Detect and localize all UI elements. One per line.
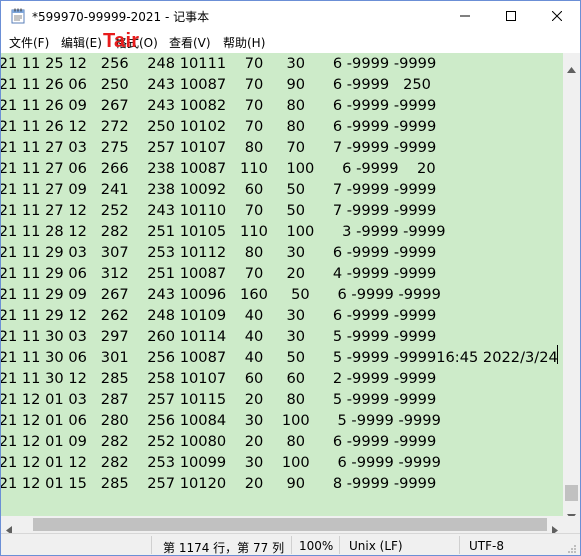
text-line: )21 11 29 09 267 243 10096 160 50 6 -999… (1, 286, 441, 303)
text-editor[interactable]: )21 11 25 12 256 248 10111 70 30 6 -9999… (1, 53, 563, 516)
text-line: )21 12 01 12 282 253 10099 30 100 6 -999… (1, 454, 441, 471)
maximize-icon (506, 11, 516, 21)
text-line: )21 11 29 06 312 251 10087 70 20 4 -9999… (1, 265, 437, 282)
status-divider (339, 536, 340, 554)
vertical-scroll-thumb[interactable] (565, 485, 578, 501)
scrollbar-corner (563, 516, 580, 533)
cursor-position: 第 1174 行，第 77 列 (163, 541, 285, 555)
text-caret (557, 345, 558, 364)
title-bar[interactable]: *599970-99999-2021 - 记事本 (1, 1, 580, 31)
minimize-button[interactable] (442, 1, 488, 31)
text-line: )21 11 30 12 285 258 10107 60 60 2 -9999… (1, 370, 437, 387)
text-line: )21 12 01 03 287 257 10115 20 80 5 -9999… (1, 391, 437, 408)
text-line: )21 11 27 12 252 243 10110 70 50 7 -9999… (1, 202, 437, 219)
line-ending: Unix (LF) (349, 539, 403, 553)
notepad-app-icon (11, 8, 25, 24)
menu-help[interactable]: 帮助(H) (223, 34, 265, 51)
menu-bar: 文件(F) 编辑(E) 格式(O) 查看(V) 帮助(H) (1, 31, 580, 53)
status-divider (459, 536, 460, 554)
minimize-icon (460, 15, 470, 17)
text-line: )21 11 27 09 241 238 10092 60 50 7 -9999… (1, 181, 437, 198)
horizontal-scroll-thumb[interactable] (33, 518, 547, 531)
window-title: *599970-99999-2021 - 记事本 (32, 10, 210, 24)
text-line: )21 11 27 06 266 238 10087 110 100 6 -99… (1, 160, 436, 177)
scroll-up-arrow-icon[interactable] (567, 58, 576, 77)
notepad-window: *599970-99999-2021 - 记事本 文件(F) 编辑(E) 格式(… (0, 0, 581, 556)
menu-file[interactable]: 文件(F) (9, 34, 49, 51)
menu-view[interactable]: 查看(V) (169, 34, 211, 51)
resize-grip-icon[interactable] (567, 543, 577, 555)
horizontal-scrollbar[interactable] (1, 516, 563, 535)
close-icon (552, 11, 562, 21)
text-line: )21 12 01 09 282 252 10080 20 80 6 -9999… (1, 433, 437, 450)
status-divider (291, 536, 292, 554)
text-line: )21 12 01 06 280 256 10084 30 100 5 -999… (1, 412, 441, 429)
text-line: )21 11 30 03 297 260 10114 40 30 5 -9999… (1, 328, 437, 345)
text-line: )21 11 25 12 256 248 10111 70 30 6 -9999… (1, 55, 437, 72)
text-line: )21 11 26 12 272 250 10102 70 80 6 -9999… (1, 118, 437, 135)
zoom-level: 100% (299, 539, 334, 553)
status-divider (151, 536, 152, 554)
text-line: )21 11 26 06 250 243 10087 70 90 6 -9999… (1, 76, 431, 93)
text-line: )21 11 30 06 301 256 10087 40 50 5 -9999… (1, 349, 558, 366)
text-line: )21 11 29 03 307 253 10112 80 30 6 -9999… (1, 244, 437, 261)
close-button[interactable] (534, 1, 580, 31)
menu-edit[interactable]: 编辑(E) (61, 34, 102, 51)
text-line: )21 11 26 09 267 243 10082 70 80 6 -9999… (1, 97, 437, 114)
text-line: )21 11 29 12 262 248 10109 40 30 6 -9999… (1, 307, 437, 324)
text-line: )21 11 28 12 282 251 10105 110 100 3 -99… (1, 223, 446, 240)
status-bar: 第 1174 行，第 77 列 100% Unix (LF) UTF-8 (1, 533, 580, 555)
text-line: )21 12 01 15 285 257 10120 20 90 8 -9999… (1, 475, 437, 492)
vertical-scrollbar[interactable] (563, 53, 580, 520)
maximize-button[interactable] (488, 1, 534, 31)
encoding: UTF-8 (469, 539, 504, 553)
text-line: )21 11 27 03 275 257 10107 80 70 7 -9999… (1, 139, 437, 156)
overlay-label: Tair (103, 30, 140, 52)
